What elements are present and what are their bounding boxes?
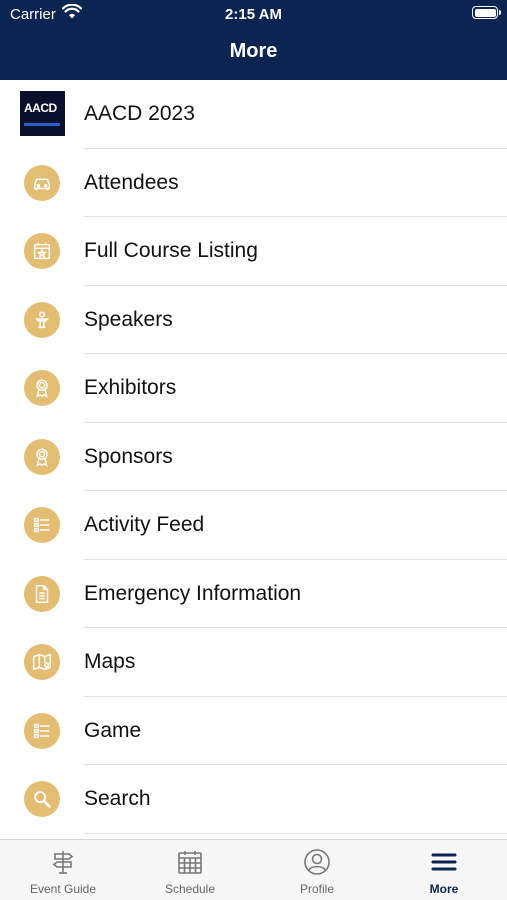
car-icon bbox=[24, 164, 60, 201]
aacd-logo: AACD bbox=[20, 91, 65, 136]
menu-item-label: Speakers bbox=[84, 307, 173, 331]
menu-item-exhibitors[interactable]: Exhibitors bbox=[0, 354, 507, 423]
calendar-icon bbox=[178, 851, 202, 874]
menu-item-full-course-listing[interactable]: Full Course Listing bbox=[0, 217, 507, 286]
tab-more[interactable]: More bbox=[381, 840, 507, 900]
menu-item-attendees[interactable]: Attendees bbox=[0, 149, 507, 217]
menu-item-game[interactable]: Game bbox=[0, 697, 507, 765]
ribbon-icon bbox=[24, 438, 60, 475]
profile-icon bbox=[304, 849, 330, 875]
battery-icon bbox=[472, 6, 501, 19]
more-menu-list: AACD AACD 2023 Attendees Full Course Lis… bbox=[0, 80, 507, 834]
menu-item-speakers[interactable]: Speakers bbox=[0, 286, 507, 354]
tab-label: Profile bbox=[299, 882, 334, 896]
menu-item-sponsors[interactable]: Sponsors bbox=[0, 423, 507, 491]
ribbon-icon bbox=[24, 370, 60, 406]
tab-profile[interactable]: Profile bbox=[254, 840, 380, 900]
tab-label: More bbox=[429, 882, 459, 896]
menu-item-search[interactable]: Search bbox=[0, 765, 507, 834]
document-icon bbox=[24, 575, 60, 612]
menu-item-aacd-2023[interactable]: AACD AACD 2023 bbox=[0, 80, 507, 149]
menu-item-label: Game bbox=[84, 718, 142, 742]
menu-item-label: Maps bbox=[84, 650, 136, 673]
menu-item-label: Sponsors bbox=[84, 444, 173, 468]
menu-item-label: Search bbox=[84, 787, 151, 810]
menu-item-label: Exhibitors bbox=[84, 376, 177, 399]
tab-label: Schedule bbox=[164, 882, 216, 896]
menu-item-label: Activity Feed bbox=[84, 513, 205, 536]
menu-item-label: AACD 2023 bbox=[84, 102, 195, 125]
search-icon bbox=[24, 781, 60, 817]
menu-item-label: Attendees bbox=[84, 170, 179, 194]
list-icon bbox=[24, 507, 60, 543]
podium-icon bbox=[24, 301, 60, 338]
map-pin-icon bbox=[24, 644, 60, 680]
menu-item-label: Emergency Information bbox=[84, 581, 302, 605]
page-title: More bbox=[229, 40, 278, 62]
tab-bar: Event Guide Schedule Profile More bbox=[0, 839, 507, 900]
signpost-icon bbox=[52, 851, 74, 874]
status-bar: Carrier 2:15 AM bbox=[0, 0, 507, 30]
menu-item-label: Full Course Listing bbox=[84, 239, 258, 262]
list-icon bbox=[24, 712, 60, 749]
divider bbox=[84, 832, 507, 834]
calendar-star-icon bbox=[24, 233, 60, 269]
tab-event-guide[interactable]: Event Guide bbox=[0, 840, 126, 900]
aacd-logo-text: AACD bbox=[24, 101, 57, 115]
menu-icon bbox=[431, 853, 457, 871]
status-time: 2:15 AM bbox=[225, 6, 282, 23]
tab-label: Event Guide bbox=[29, 882, 97, 896]
menu-item-emergency-information[interactable]: Emergency Information bbox=[0, 560, 507, 628]
tab-schedule[interactable]: Schedule bbox=[127, 840, 253, 900]
menu-item-activity-feed[interactable]: Activity Feed bbox=[0, 491, 507, 560]
menu-item-maps[interactable]: Maps bbox=[0, 628, 507, 697]
header-bar: Carrier 2:15 AM More bbox=[0, 0, 507, 80]
